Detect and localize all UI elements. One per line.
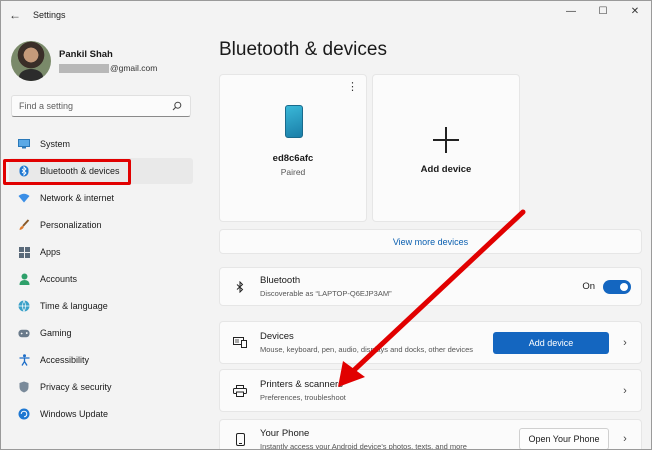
view-more-devices-link[interactable]: View more devices <box>219 229 642 254</box>
search-icon[interactable] <box>171 100 183 112</box>
sidebar: Pankil Shah @gmail.com System Bluetooth … <box>1 29 201 449</box>
bluetooth-title: Bluetooth <box>260 275 301 286</box>
sidebar-item-time-language[interactable]: Time & language <box>9 293 193 319</box>
your-phone-row[interactable]: Your Phone Instantly access your Android… <box>219 419 642 450</box>
sidebar-item-windows-update[interactable]: Windows Update <box>9 401 193 427</box>
add-device-label: Add device <box>420 164 472 175</box>
avatar <box>11 41 51 81</box>
printer-icon <box>232 384 248 397</box>
settings-window: ← Settings — ☐ ✕ Pankil Shah @gmail.com <box>0 0 652 450</box>
close-icon[interactable]: ✕ <box>619 1 651 21</box>
sidebar-item-apps[interactable]: Apps <box>9 239 193 265</box>
device-card[interactable]: ⋮ ed8c6afc Paired <box>219 74 367 222</box>
back-arrow-icon[interactable]: ← <box>1 1 29 29</box>
sidebar-item-system[interactable]: System <box>9 131 193 157</box>
accessibility-icon <box>18 354 30 366</box>
app-title: Settings <box>33 10 66 20</box>
devices-icon <box>232 337 248 348</box>
monitor-icon <box>18 138 30 150</box>
user-profile[interactable]: Pankil Shah @gmail.com <box>11 41 157 81</box>
device-name: ed8c6afc <box>272 153 314 164</box>
sidebar-item-accessibility[interactable]: Accessibility <box>9 347 193 373</box>
bluetooth-row: Bluetooth Discoverable as “LAPTOP-Q6EJP3… <box>219 267 642 306</box>
devices-subtitle: Mouse, keyboard, pen, audio, displays an… <box>260 345 474 354</box>
apps-icon <box>18 246 30 258</box>
sidebar-item-network[interactable]: Network & internet <box>9 185 193 211</box>
search-input[interactable] <box>19 101 171 111</box>
devices-row[interactable]: Devices Mouse, keyboard, pen, audio, dis… <box>219 321 642 364</box>
sidebar-item-privacy[interactable]: Privacy & security <box>9 374 193 400</box>
sidebar-item-label: Accessibility <box>40 355 90 365</box>
bluetooth-subtitle: Discoverable as “LAPTOP-Q6EJP3AM” <box>260 289 392 298</box>
bluetooth-icon <box>232 280 248 293</box>
add-device-card[interactable]: Add device <box>372 74 520 222</box>
chevron-right-icon[interactable]: › <box>615 385 635 397</box>
toggle-knob <box>620 282 628 291</box>
chevron-right-icon[interactable]: › <box>615 337 635 349</box>
page-title: Bluetooth & devices <box>219 39 387 60</box>
sidebar-item-label: Network & internet <box>40 193 115 203</box>
sidebar-item-gaming[interactable]: Gaming <box>9 320 193 346</box>
plus-icon <box>433 127 459 153</box>
your-phone-subtitle: Instantly access your Android device's p… <box>260 441 467 450</box>
main-content: Bluetooth & devices ⋮ ed8c6afc Paired Ad… <box>201 29 651 449</box>
selection-highlight-annotation <box>3 159 131 185</box>
email-suffix: @gmail.com <box>110 63 158 73</box>
globe-icon <box>18 300 30 312</box>
search-box[interactable] <box>11 95 191 117</box>
sidebar-item-label: Apps <box>40 247 61 257</box>
maximize-icon[interactable]: ☐ <box>587 1 619 21</box>
sidebar-item-label: Windows Update <box>40 409 109 419</box>
sidebar-item-personalization[interactable]: Personalization <box>9 212 193 238</box>
title-bar: ← Settings — ☐ ✕ <box>1 1 651 29</box>
profile-email: @gmail.com <box>59 63 157 73</box>
your-phone-title: Your Phone <box>260 427 310 439</box>
printers-scanners-row[interactable]: Printers & scanners Preferences, trouble… <box>219 369 642 412</box>
update-icon <box>18 408 30 420</box>
add-device-button[interactable]: Add device <box>493 331 609 354</box>
device-status: Paired <box>280 167 306 177</box>
sidebar-item-label: Accounts <box>40 274 78 284</box>
toggle-state-label: On <box>582 281 595 292</box>
devices-title: Devices <box>260 331 294 342</box>
sidebar-item-label: Personalization <box>40 220 102 230</box>
sidebar-item-accounts[interactable]: Accounts <box>9 266 193 292</box>
phone-device-icon <box>285 105 303 138</box>
wifi-icon <box>18 192 30 204</box>
profile-name: Pankil Shah <box>59 49 113 60</box>
gamepad-icon <box>18 327 30 339</box>
open-your-phone-button[interactable]: Open Your Phone <box>519 428 609 449</box>
person-icon <box>18 273 30 285</box>
sidebar-item-label: Privacy & security <box>40 382 112 392</box>
sidebar-item-label: System <box>40 139 71 149</box>
more-options-icon[interactable]: ⋮ <box>347 82 358 93</box>
minimize-icon[interactable]: — <box>555 1 587 21</box>
phone-icon <box>232 432 248 446</box>
printers-subtitle: Preferences, troubleshoot <box>260 393 346 402</box>
shield-icon <box>18 381 30 393</box>
chevron-right-icon[interactable]: › <box>615 433 635 445</box>
sidebar-item-label: Time & language <box>40 301 108 311</box>
printers-title: Printers & scanners <box>260 379 343 390</box>
window-controls: — ☐ ✕ <box>555 1 651 21</box>
bluetooth-toggle[interactable] <box>603 279 631 294</box>
sidebar-item-label: Gaming <box>40 328 72 338</box>
email-redaction <box>59 63 109 73</box>
brush-icon <box>18 219 30 231</box>
